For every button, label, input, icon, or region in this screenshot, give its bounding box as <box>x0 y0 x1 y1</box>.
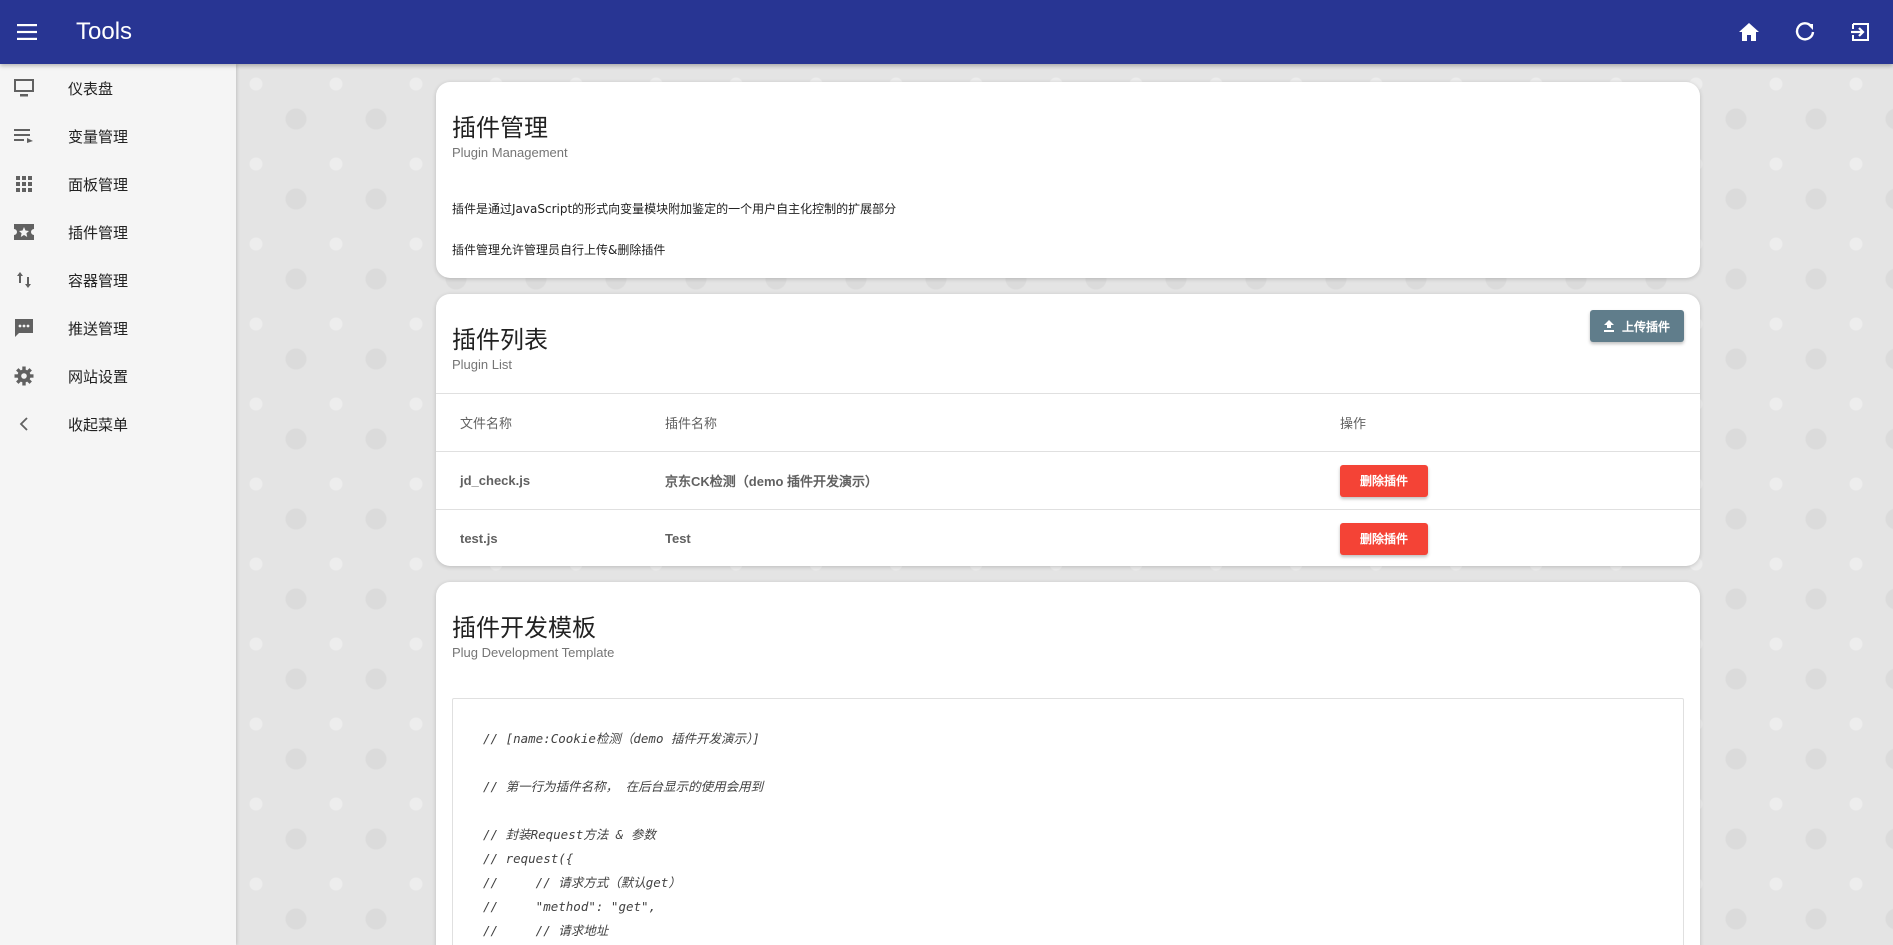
code-line: // 第一行为插件名称， 在后台显示的使用会用到 <box>483 779 764 794</box>
table-header: 文件名称 插件名称 操作 <box>436 393 1700 451</box>
star-ticket-icon <box>0 224 48 240</box>
page-subtitle: Plugin Management <box>452 145 568 160</box>
section-title: 插件开发模板 <box>452 614 596 642</box>
code-line: // request({ <box>483 851 574 866</box>
upload-plugin-button[interactable]: 上传插件 <box>1590 310 1684 342</box>
list-icon <box>0 129 48 143</box>
section-subtitle: Plug Development Template <box>452 645 615 660</box>
sidebar-item-plugins[interactable]: 插件管理 <box>0 208 236 256</box>
upload-icon <box>1603 320 1614 332</box>
section-title: 插件列表 <box>452 326 548 354</box>
menu-icon[interactable] <box>0 0 56 64</box>
sidebar-item-panels[interactable]: 面板管理 <box>0 160 236 208</box>
app-bar: Tools <box>0 0 1893 64</box>
logout-icon[interactable] <box>1833 0 1889 64</box>
code-block[interactable]: // [name:Cookie检测（demo 插件开发演示）] // 第一行为插… <box>452 698 1684 945</box>
sidebar-item-label: 容器管理 <box>68 271 129 290</box>
section-subtitle: Plugin List <box>452 357 512 372</box>
delete-plugin-button[interactable]: 删除插件 <box>1340 522 1428 555</box>
template-card: 插件开发模板 Plug Development Template // [nam… <box>436 582 1700 945</box>
sidebar-item-push[interactable]: 推送管理 <box>0 304 236 352</box>
sidebar-item-label: 面板管理 <box>68 175 129 194</box>
sidebar-item-label: 仪表盘 <box>68 79 114 98</box>
table-row: jd_check.js 京东CK检测（demo 插件开发演示） 删除插件 <box>436 451 1700 509</box>
sidebar-item-dashboard[interactable]: 仪表盘 <box>0 64 236 112</box>
code-line: // // 请求地址 <box>483 923 609 938</box>
home-icon[interactable] <box>1721 0 1777 64</box>
file-name-cell: test.js <box>460 531 498 546</box>
monitor-icon <box>0 78 48 98</box>
code-line: // [name:Cookie检测（demo 插件开发演示）] <box>483 731 760 746</box>
description-line: 插件是通过JavaScript的形式向变量模块附加鉴定的一个用户自主化控制的扩展… <box>452 202 897 216</box>
plugin-management-card: 插件管理 Plugin Management 插件是通过JavaScript的形… <box>436 82 1700 278</box>
sidebar-item-containers[interactable]: 容器管理 <box>0 256 236 304</box>
chat-icon <box>0 318 48 338</box>
code-line: // // 请求方式（默认get） <box>483 875 681 890</box>
sidebar-item-label: 变量管理 <box>68 127 129 146</box>
gear-icon <box>0 366 48 386</box>
code-line: // 封装Request方法 & 参数 <box>483 827 656 842</box>
app-title: Tools <box>76 18 133 45</box>
page-title: 插件管理 <box>452 114 548 142</box>
column-header-action: 操作 <box>1340 416 1367 431</box>
sidebar-item-label: 网站设置 <box>68 367 129 386</box>
sidebar-item-label: 插件管理 <box>68 223 129 242</box>
sidebar-item-label: 推送管理 <box>68 319 129 338</box>
plugin-name-cell: 京东CK检测（demo 插件开发演示） <box>665 474 879 489</box>
file-name-cell: jd_check.js <box>460 473 531 488</box>
chevron-left-icon <box>0 417 48 431</box>
grid-icon <box>0 176 48 192</box>
sidebar-item-collapse[interactable]: 收起菜单 <box>0 400 236 448</box>
plugin-list-card: 插件列表 Plugin List 上传插件 文件名称 插件名称 操作 jd_ch… <box>436 294 1700 566</box>
swap-vertical-icon <box>0 271 48 289</box>
refresh-icon[interactable] <box>1777 0 1833 64</box>
plugin-name-cell: Test <box>665 531 691 546</box>
table-row: test.js Test 删除插件 <box>436 509 1700 567</box>
description-line: 插件管理允许管理员自行上传&删除插件 <box>452 243 666 257</box>
delete-plugin-button[interactable]: 删除插件 <box>1340 464 1428 497</box>
upload-plugin-label: 上传插件 <box>1621 319 1670 334</box>
sidebar-item-variables[interactable]: 变量管理 <box>0 112 236 160</box>
plugin-table: 文件名称 插件名称 操作 jd_check.js 京东CK检测（demo 插件开… <box>436 393 1700 567</box>
sidebar-item-label: 收起菜单 <box>68 415 129 434</box>
column-header-file: 文件名称 <box>460 416 513 431</box>
sidebar: 仪表盘 变量管理 面板管理 插件管理 容器管理 推送管理 网站设置 收起菜单 <box>0 64 236 945</box>
sidebar-item-settings[interactable]: 网站设置 <box>0 352 236 400</box>
column-header-name: 插件名称 <box>665 416 718 431</box>
code-line: // "method": "get", <box>483 899 657 914</box>
